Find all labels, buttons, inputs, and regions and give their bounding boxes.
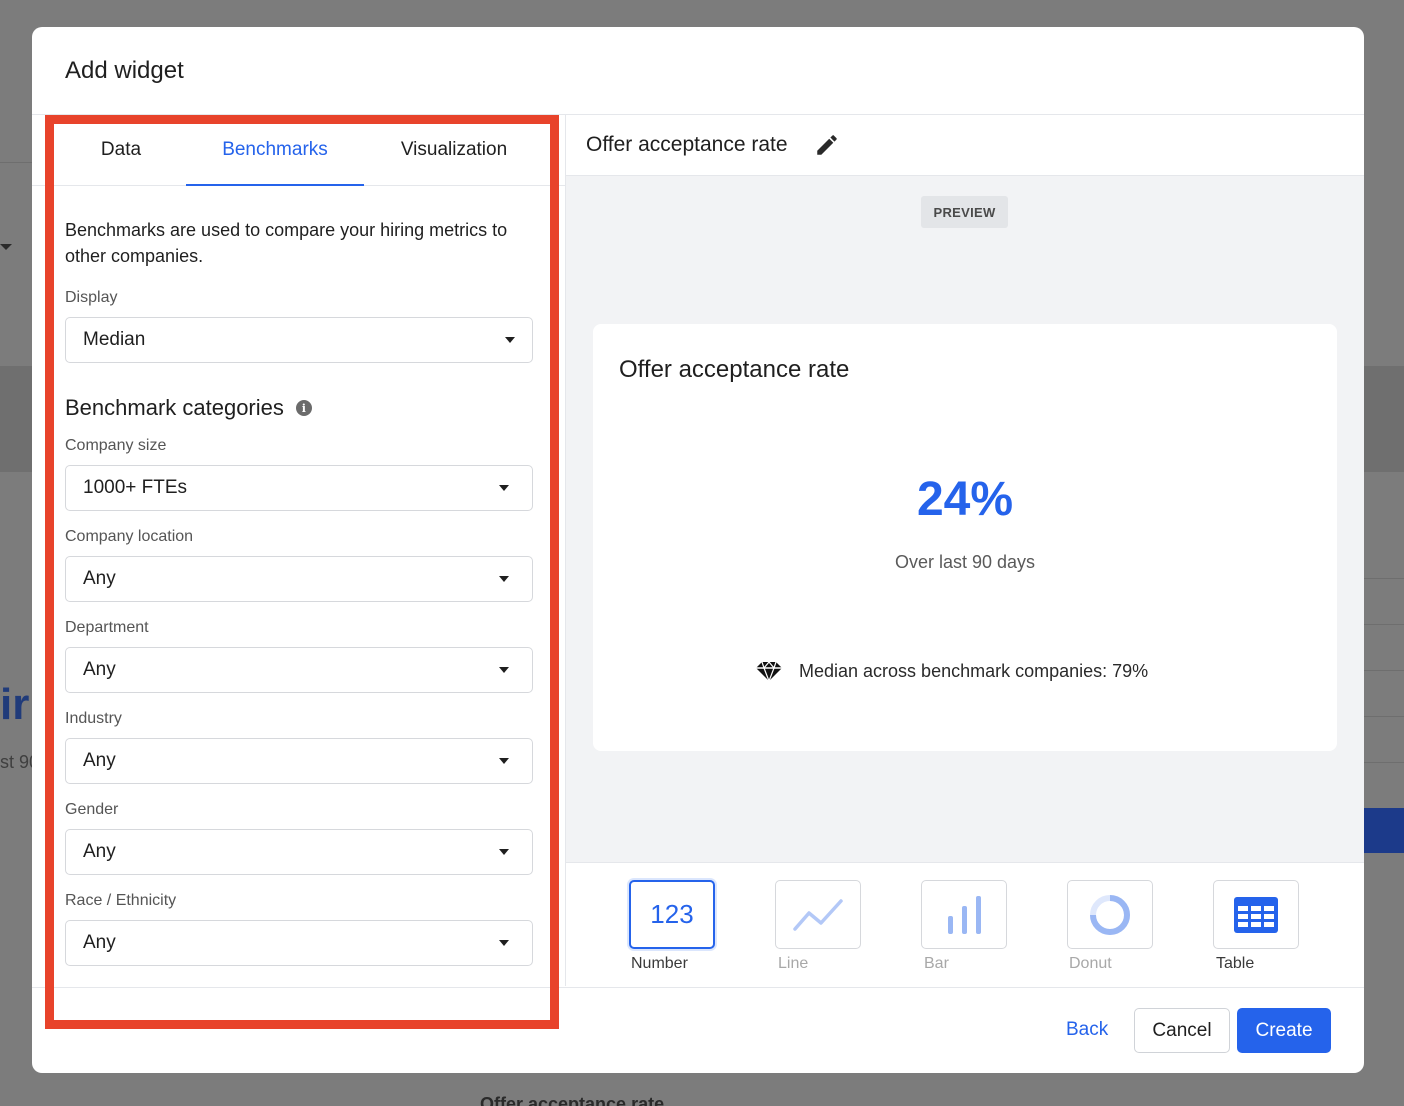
widget-preview-card: Offer acceptance rate 24% Over last 90 d…	[593, 324, 1337, 751]
benchmark-categories-heading: Benchmark categories i	[65, 395, 532, 421]
viz-label-number: Number	[631, 955, 688, 972]
viz-option-bar[interactable]: Bar	[921, 880, 1007, 973]
industry-select[interactable]: Any	[65, 738, 533, 784]
config-panel: Data Benchmarks Visualization Benchmarks…	[32, 115, 566, 986]
chevron-down-icon	[499, 576, 509, 582]
modal-body: Data Benchmarks Visualization Benchmarks…	[32, 115, 1364, 987]
background-band	[0, 366, 32, 472]
back-button[interactable]: Back	[1066, 1008, 1108, 1052]
viz-option-line[interactable]: Line	[775, 880, 861, 973]
viz-option-number[interactable]: 123 Number	[629, 880, 715, 973]
background-divider	[1364, 670, 1404, 671]
modal-footer: Back Cancel Create	[32, 987, 1364, 1073]
display-label: Display	[65, 289, 118, 306]
viz-label-donut: Donut	[1069, 955, 1112, 972]
info-icon[interactable]: i	[295, 400, 312, 416]
background-band	[1364, 366, 1404, 472]
industry-label: Industry	[65, 710, 122, 727]
chevron-down-icon	[505, 337, 515, 343]
background-divider	[0, 162, 32, 163]
gender-label: Gender	[65, 801, 119, 818]
background-divider	[1364, 762, 1404, 763]
benchmark-summary: Median across benchmark companies: 79%	[755, 660, 1148, 682]
chevron-down-icon	[499, 667, 509, 673]
display-select[interactable]: Median	[65, 317, 533, 363]
card-title: Offer acceptance rate	[619, 356, 850, 383]
viz-option-table[interactable]: Table	[1213, 880, 1299, 973]
race-ethnicity-label: Race / Ethnicity	[65, 892, 177, 909]
industry-value: Any	[83, 750, 116, 771]
race-ethnicity-select[interactable]: Any	[65, 920, 533, 966]
background-caret-icon	[0, 244, 12, 250]
benchmarks-description: Benchmarks are used to compare your hiri…	[65, 220, 508, 266]
race-ethnicity-value: Any	[83, 932, 116, 953]
benchmark-text: Median across benchmark companies: 79%	[799, 660, 1149, 681]
diamond-icon	[756, 661, 782, 682]
config-tabs: Data Benchmarks Visualization	[32, 115, 565, 186]
bar-chart-icon[interactable]	[921, 880, 1007, 949]
pencil-icon[interactable]	[814, 132, 840, 158]
number-icon[interactable]: 123	[629, 880, 715, 949]
cancel-button[interactable]: Cancel	[1134, 1008, 1230, 1053]
company-size-value: 1000+ FTEs	[83, 477, 188, 498]
tab-data[interactable]: Data	[56, 115, 186, 185]
company-location-value: Any	[83, 568, 116, 589]
department-select[interactable]: Any	[65, 647, 533, 693]
gender-select[interactable]: Any	[65, 829, 533, 875]
tab-benchmarks[interactable]: Benchmarks	[186, 115, 364, 186]
line-chart-icon[interactable]	[775, 880, 861, 949]
preview-badge: PREVIEW	[921, 196, 1008, 228]
metric-period: Over last 90 days	[894, 552, 1036, 572]
chevron-down-icon	[499, 849, 509, 855]
tab-visualization[interactable]: Visualization	[364, 115, 544, 185]
widget-title-bar: Offer acceptance rate	[566, 115, 1364, 176]
background-divider	[1364, 624, 1404, 625]
preview-panel: Offer acceptance rate PREVIEW Offer acce…	[566, 115, 1364, 986]
background-button-fragment	[1364, 808, 1404, 853]
add-widget-modal: Add widget Data Benchmarks Visualization…	[32, 27, 1364, 1073]
company-location-select[interactable]: Any	[65, 556, 533, 602]
background-divider	[1364, 716, 1404, 717]
benchmarks-form: Benchmarks are used to compare your hiri…	[32, 186, 565, 966]
create-button[interactable]: Create	[1237, 1008, 1331, 1053]
company-size-select[interactable]: 1000+ FTEs	[65, 465, 533, 511]
benchmark-categories-title: Benchmark categories	[65, 395, 284, 420]
chevron-down-icon	[499, 758, 509, 764]
background-heading-fragment: ir	[0, 680, 30, 729]
donut-chart-icon[interactable]	[1067, 880, 1153, 949]
gender-value: Any	[83, 841, 116, 862]
viz-label-line: Line	[778, 955, 809, 972]
background-bottom-text: Offer acceptance rate	[480, 1094, 665, 1106]
modal-title: Add widget	[65, 56, 184, 84]
company-location-label: Company location	[65, 528, 194, 545]
department-label: Department	[65, 619, 149, 636]
department-value: Any	[83, 659, 116, 680]
company-size-label: Company size	[65, 437, 167, 454]
table-icon[interactable]	[1213, 880, 1299, 949]
modal-header: Add widget	[32, 27, 1364, 115]
background-divider	[1364, 578, 1404, 579]
number-glyph: 123	[650, 899, 694, 929]
chevron-down-icon	[499, 940, 509, 946]
display-select-value: Median	[83, 329, 146, 350]
viz-label-table: Table	[1216, 955, 1255, 972]
preview-area: PREVIEW Offer acceptance rate 24% Over l…	[566, 176, 1364, 863]
viz-option-donut[interactable]: Donut	[1067, 880, 1153, 973]
viz-label-bar: Bar	[924, 955, 949, 972]
metric-value: 24%	[916, 473, 1014, 526]
widget-title: Offer acceptance rate	[586, 133, 788, 156]
visualization-picker: 123 Number Line Bar Donut Table	[566, 871, 1364, 986]
chevron-down-icon	[499, 485, 509, 491]
